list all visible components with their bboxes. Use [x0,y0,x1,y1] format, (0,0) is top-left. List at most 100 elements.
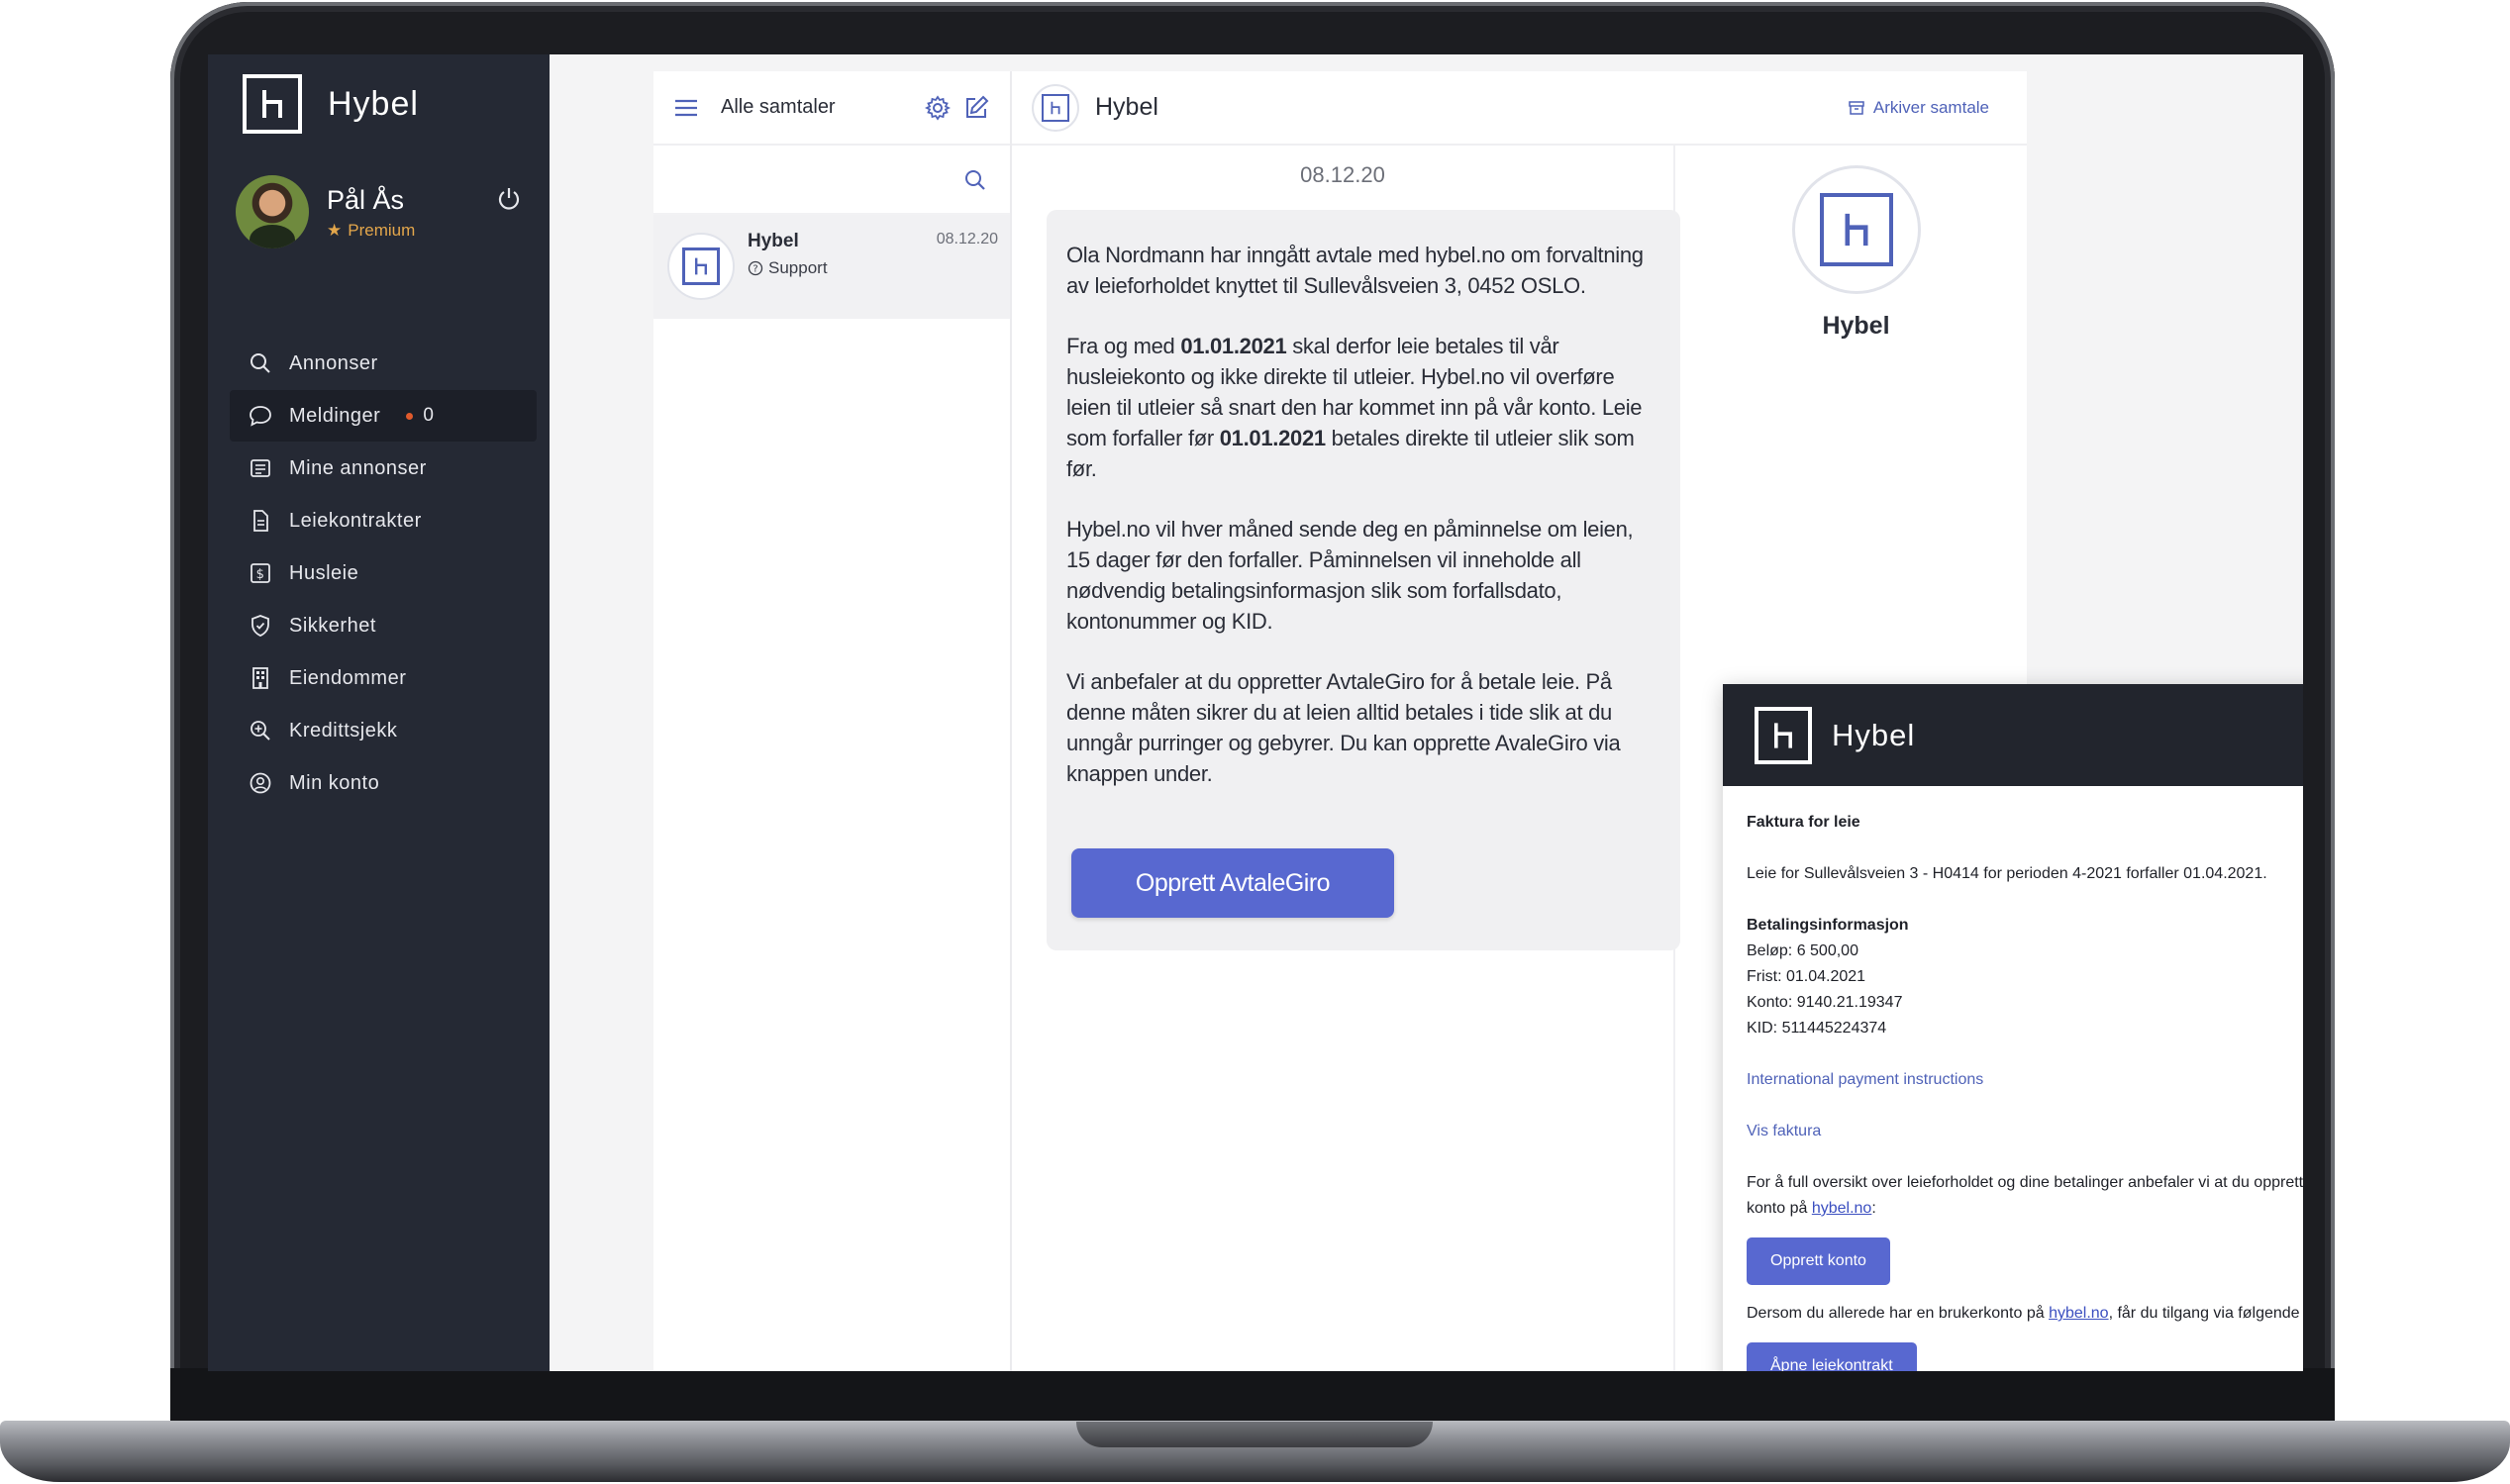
email-brand: Hybel [1832,717,1916,752]
conversation-list: Alle samtaler Hybel ? Support 08.12.20 [653,71,1012,1371]
hybel-logo-icon [1819,193,1893,266]
hybel-link[interactable]: hybel.no [2049,1305,2109,1322]
sidebar-item-label: Mine annonser [289,456,427,479]
document-icon [248,508,273,534]
chat-title: Hybel [1095,93,1158,121]
search-icon[interactable] [962,167,988,193]
hybel-logo-icon [682,247,720,285]
sidebar-item-mine-annonser[interactable]: Mine annonser [230,443,537,494]
create-avtalegiro-button[interactable]: Opprett AvtaleGiro [1071,848,1394,918]
chat-avatar [1032,83,1079,132]
help-circle-icon: ? [748,260,763,276]
message-date: 08.12.20 [1300,162,1385,187]
sidebar-item-label: Min konto [289,771,380,794]
premium-badge: ★ Premium [327,221,415,241]
sidebar-item-label: Meldinger [289,404,381,427]
message-paragraph-2: Fra og med 01.01.2021 skal derfor leie b… [1066,331,1660,484]
email-body: Faktura for leie Leie for Sullevålsveien… [1723,786,2303,1371]
user-profile: Pål Ås ★ Premium [236,175,533,254]
sidebar: Hybel Pål Ås ★ Premium Annonser Meldinge… [208,54,550,1371]
laptop-hinge [170,1368,2335,1423]
message-paragraph-1: Ola Nordmann har inngått avtale med hybe… [1066,243,1644,298]
payment-kid: KID: 511445224374 [1747,1020,1887,1037]
email-title: Faktura for leie [1747,814,1860,831]
sidebar-item-husleie[interactable]: $ Husleie [230,547,537,599]
payment-account: Konto: 9140.21.19347 [1747,994,1903,1011]
conversation-item[interactable]: Hybel ? Support 08.12.20 [653,215,1010,319]
sidebar-item-label: Leiekontrakter [289,509,422,532]
star-icon: ★ [327,221,343,240]
archive-icon [1849,100,1864,115]
contact-name: Hybel [1822,312,1890,340]
sidebar-item-sikkerhet[interactable]: Sikkerhet [230,600,537,651]
brand-name: Hybel [328,84,419,123]
unread-count: 0 [423,405,435,426]
view-invoice-link[interactable]: Vis faktura [1747,1123,1821,1139]
sidebar-item-label: Husleie [289,561,359,584]
create-account-button[interactable]: Opprett konto [1747,1237,1890,1285]
payment-due: Frist: 01.04.2021 [1747,968,1866,985]
existing-account-text: Dersom du allerede har en brukerkonto på… [1747,1301,2303,1327]
sidebar-item-min-konto[interactable]: Min konto [230,757,537,809]
sidebar-item-meldinger[interactable]: Meldinger 0 [230,390,537,442]
svg-text:?: ? [753,264,757,275]
user-name: Pål Ås [327,185,405,215]
existing-text-end: , får du tilgang via følgende lenke: [2108,1305,2303,1322]
open-lease-button[interactable]: Åpne leiekontrakt [1747,1342,1917,1371]
chat-bubble-icon [248,403,273,429]
archive-label: Arkiver samtale [1872,97,1989,117]
chat-header: Hybel Arkiver samtale [1012,71,2027,146]
sidebar-item-leiekontrakter[interactable]: Leiekontrakter [230,495,537,546]
conversation-date: 08.12.20 [936,231,998,247]
message-date-bold: 01.01.2021 [1180,334,1287,358]
archive-button[interactable]: Arkiver samtale [1848,98,1989,118]
unread-dot [406,412,414,420]
conversation-list-title[interactable]: Alle samtaler [721,96,836,119]
sidebar-item-label: Eiendommer [289,666,407,689]
sidebar-item-label: Sikkerhet [289,614,376,637]
brand[interactable]: Hybel [243,74,419,134]
conversation-name: Hybel [748,231,799,251]
hybel-logo-icon [243,74,302,134]
message-paragraph-3: Hybel.no vil hver måned sende deg en påm… [1066,517,1634,634]
message-text: Fra og med [1066,334,1181,358]
sidebar-item-eiendommer[interactable]: Eiendommer [230,652,537,704]
premium-label: Premium [348,221,416,240]
sidebar-item-annonser[interactable]: Annonser [230,338,537,389]
conversation-search[interactable] [653,146,1010,215]
overview-text-end: : [1871,1200,1876,1217]
svg-text:$: $ [256,567,265,582]
contact-avatar [1791,165,1921,294]
conversation-subtitle: ? Support [748,258,828,278]
screen: Hybel Pål Ås ★ Premium Annonser Meldinge… [208,54,2303,1371]
sidebar-item-label: Kredittsjekk [289,719,398,742]
laptop-notch [1076,1422,1433,1447]
compose-icon[interactable] [962,94,990,122]
payment-info-title: Betalingsinformasjon [1747,917,1909,934]
user-circle-icon [248,770,273,796]
magnifier-check-icon [248,718,273,743]
gear-icon[interactable] [925,94,951,121]
international-payment-link[interactable]: International payment instructions [1747,1071,1983,1088]
sidebar-item-kredittsjekk[interactable]: Kredittsjekk [230,705,537,756]
power-icon[interactable] [495,185,523,213]
list-icon [248,455,273,481]
avatar[interactable] [236,175,309,248]
hybel-link[interactable]: hybel.no [1812,1200,1872,1217]
hybel-logo-icon [1755,706,1812,764]
shield-icon [248,613,273,639]
message-paragraph-4: Vi anbefaler at du oppretter AvtaleGiro … [1066,669,1621,786]
overview-text: For å full oversikt over leieforholdet o… [1747,1170,2303,1222]
email-header: Hybel [1723,684,2303,786]
search-icon [248,350,273,376]
payment-amount: Beløp: 6 500,00 [1747,942,1858,959]
menu-icon[interactable] [673,97,699,119]
conversation-avatar [667,233,735,300]
email-intro: Leie for Sullevålsveien 3 - H0414 for pe… [1747,865,2267,882]
message-bubble: Ola Nordmann har inngått avtale med hybe… [1047,210,1680,950]
invoice-email: Hybel Faktura for leie Leie for Sullevål… [1723,684,2303,1371]
message-date-bold: 01.01.2021 [1219,426,1326,450]
sidebar-nav: Annonser Meldinger 0 Mine annonser Leiek… [230,338,537,810]
sidebar-item-label: Annonser [289,351,378,374]
contact-profile: Hybel [1685,165,2027,341]
